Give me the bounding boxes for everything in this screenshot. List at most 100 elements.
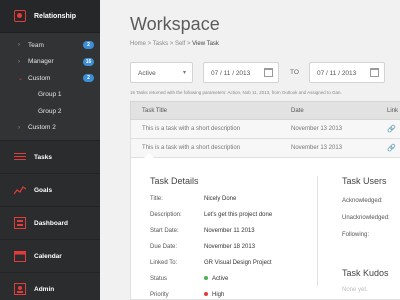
detail-row-status: Status Active — [150, 276, 320, 286]
column-header-title[interactable]: Task Title — [142, 108, 167, 114]
relationship-icon — [14, 10, 26, 22]
status-value: Active — [204, 276, 228, 282]
detail-value: Nicely Done — [204, 196, 237, 202]
from-date-input[interactable]: 07 / 11 / 2013 — [203, 62, 279, 83]
detail-row-due-date: Due Date: November 18 2013 — [150, 244, 320, 254]
sidebar-item-label: Goals — [34, 186, 53, 194]
sidebar: Relationship › Team 2 › Manager 16 ⌄ Cus… — [0, 0, 100, 300]
sidebar-item-goals[interactable]: Goals — [0, 173, 100, 206]
users-following-label: Following: — [342, 232, 370, 238]
detail-value: November 11 2013 — [204, 228, 255, 234]
detail-label: Title: — [150, 196, 163, 202]
sidebar-item-group-2[interactable]: Group 2 — [0, 103, 100, 120]
dashboard-icon — [14, 217, 26, 229]
calendar-icon[interactable] — [370, 68, 379, 77]
sidebar-item-label: Group 1 — [38, 91, 62, 99]
task-date: November 13 2013 — [291, 145, 343, 151]
sidebar-item-group-1[interactable]: Group 1 — [0, 87, 100, 104]
sidebar-item-tasks[interactable]: Tasks — [0, 140, 100, 173]
chart-icon — [13, 184, 27, 196]
table-row[interactable]: This is a task with a short description … — [130, 120, 400, 139]
sidebar-item-team[interactable]: › Team 2 — [0, 37, 100, 54]
status-select[interactable]: Active ▾ — [130, 62, 193, 83]
chevron-right-icon: › — [18, 42, 20, 49]
sidebar-header-relationship[interactable]: Relationship — [0, 0, 100, 33]
divider — [317, 176, 318, 286]
sidebar-item-label: Team — [28, 41, 44, 49]
detail-row-linked-to: Linked To: GR Visual Design Project — [150, 260, 320, 270]
detail-row-start-date: Start Date: November 11 2013 — [150, 228, 320, 238]
task-users-heading: Task Users — [342, 176, 387, 186]
status-select-value: Active — [138, 70, 156, 77]
breadcrumb-home[interactable]: Home — [130, 41, 146, 47]
filter-bar: Active ▾ 07 / 11 / 2013 TO 07 / 11 / 201… — [130, 62, 400, 83]
detail-row-description: Description: Let's get this project done — [150, 212, 320, 222]
calendar-icon — [14, 250, 26, 262]
task-title: This is a task with a short description — [142, 145, 241, 151]
sidebar-item-label: Calendar — [34, 252, 62, 260]
sidebar-item-label: Manager — [28, 58, 54, 66]
sidebar-item-label: Custom 2 — [28, 124, 56, 132]
to-date-input[interactable]: 07 / 11 / 2013 — [309, 62, 385, 83]
page-title: Workspace — [130, 14, 220, 34]
table-row[interactable]: This is a task with a short description … — [130, 139, 400, 158]
to-label: TO — [290, 69, 299, 76]
users-acknowledged-label: Acknowledged: — [342, 198, 383, 204]
users-unacknowledged-label: Unacknowledged: — [342, 215, 390, 221]
linked-project-link[interactable]: GR Visual Design Project — [204, 260, 272, 266]
detail-value: November 18 2013 — [204, 244, 256, 250]
sidebar-item-manager[interactable]: › Manager 16 — [0, 54, 100, 71]
priority-text: High — [212, 292, 225, 298]
detail-value: Let's get this project done — [204, 212, 273, 218]
sidebar-item-custom-2[interactable]: › Custom 2 — [0, 120, 100, 137]
task-date: November 13 2013 — [291, 126, 343, 132]
sidebar-header-label: Relationship — [34, 12, 77, 20]
task-details-heading: Task Details — [150, 176, 199, 186]
sidebar-item-label: Tasks — [34, 153, 52, 161]
sidebar-item-label: Admin — [34, 285, 55, 293]
from-date-value: 07 / 11 / 2013 — [211, 70, 251, 77]
admin-icon — [14, 283, 26, 295]
to-date-value: 07 / 11 / 2013 — [317, 70, 357, 77]
status-dot-icon — [204, 276, 208, 281]
calendar-icon[interactable] — [264, 68, 273, 77]
detail-label: Linked To: — [150, 260, 178, 266]
chevron-down-icon: ▾ — [182, 70, 186, 76]
status-text: Active — [212, 276, 229, 282]
chevron-right-icon: › — [18, 124, 20, 131]
breadcrumb-self[interactable]: Self — [175, 41, 185, 47]
breadcrumb-tasks[interactable]: Tasks — [153, 41, 168, 47]
sidebar-item-label: Custom — [28, 74, 51, 82]
column-header-date[interactable]: Date — [291, 108, 304, 114]
breadcrumb: Home > Tasks > Self > View Task — [130, 41, 219, 47]
list-icon — [14, 151, 26, 163]
detail-label: Priority — [150, 292, 169, 298]
count-badge: 2 — [83, 74, 94, 83]
detail-row-title: Title: Nicely Done — [150, 196, 320, 206]
detail-label: Status — [150, 276, 168, 282]
relationship-submenu: › Team 2 › Manager 16 ⌄ Custom 2 Group 1… — [0, 33, 100, 140]
sidebar-item-label: Group 2 — [38, 107, 62, 115]
kudos-empty-text: None yet. — [342, 287, 368, 293]
link-icon[interactable]: 🔗 — [387, 125, 396, 133]
priority-dot-icon — [204, 292, 208, 297]
column-header-link[interactable]: Link — [387, 108, 398, 114]
sidebar-item-calendar[interactable]: Calendar — [0, 239, 100, 272]
detail-label: Due Date: — [150, 244, 178, 250]
results-info: 15 Tasks returned with the following par… — [130, 90, 342, 95]
sidebar-item-admin[interactable]: Admin — [0, 272, 100, 300]
count-badge: 2 — [83, 41, 94, 50]
detail-label: Start Date: — [150, 228, 179, 234]
tasks-table: Task Title Date Link This is a task with… — [130, 101, 400, 158]
sidebar-item-dashboard[interactable]: Dashboard — [0, 206, 100, 239]
main-content: Workspace Home > Tasks > Self > View Tas… — [100, 0, 400, 300]
link-icon[interactable]: 🔗 — [387, 144, 396, 152]
task-kudos-heading: Task Kudos — [342, 268, 389, 278]
sidebar-item-label: Dashboard — [34, 219, 68, 227]
task-title: This is a task with a short description — [142, 126, 241, 132]
sidebar-item-custom[interactable]: ⌄ Custom 2 — [0, 70, 100, 87]
detail-label: Description: — [150, 212, 182, 218]
chevron-right-icon: › — [18, 58, 20, 65]
breadcrumb-current: View Task — [192, 41, 219, 47]
chevron-down-icon: ⌄ — [18, 75, 24, 82]
